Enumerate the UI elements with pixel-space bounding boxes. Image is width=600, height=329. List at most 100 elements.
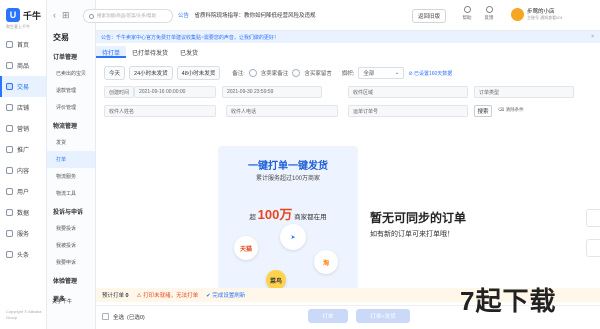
promo-big-line: 超 100万 商家都在用 <box>218 204 358 223</box>
rail-item-marketing[interactable]: 营销 <box>0 118 46 139</box>
shop-icon <box>6 104 13 111</box>
submenu-item[interactable]: 物流工具 <box>47 185 95 202</box>
search-icon <box>89 13 94 19</box>
rail-item-shop[interactable]: 店铺 <box>0 97 46 118</box>
feedback-icon <box>485 6 493 13</box>
tab-shipped[interactable]: 已发货 <box>174 46 204 58</box>
tab-printed-unshipped[interactable]: 已打单待发货 <box>126 46 174 58</box>
promo-number: 100万 <box>257 207 293 222</box>
top-bar: 搜索功能/商品/答案/头条/帮助 公告 省质科院现场指导：教你如何降低经营风险及… <box>83 0 600 31</box>
remark-label: 备注: <box>232 71 245 77</box>
advanced-settings-link[interactable]: ⊘ 已设置160天数据 <box>408 70 452 77</box>
seller-remark-label: 含卖家备注 <box>260 71 289 77</box>
rail-item-promotion[interactable]: 推广 <box>0 139 46 160</box>
side-tool-handle[interactable] <box>586 209 600 227</box>
submenu-item[interactable]: 退款管理 <box>47 82 95 99</box>
print-button[interactable]: 打单 <box>308 309 348 323</box>
rail-item-label: 店铺 <box>17 106 30 112</box>
submenu-item[interactable]: 我要投诉 <box>47 220 95 237</box>
global-search-input[interactable]: 搜索功能/商品/答案/头条/帮助 <box>83 9 173 23</box>
rail-item-label: 服务 <box>17 232 30 238</box>
created-time-label: 创建时间 <box>104 86 134 98</box>
receiver-name-input[interactable]: 收件人姓名 <box>104 105 216 117</box>
submenu-item[interactable]: 发货 <box>47 134 95 151</box>
feedback-button[interactable]: 反馈 <box>481 6 497 21</box>
buyer-msg-label: 含买家留言 <box>304 71 332 77</box>
buyer-msg-radio[interactable] <box>292 69 301 77</box>
brand-name: 千牛 <box>23 10 42 21</box>
secondary-menu: ‹ ⊞ 交易 订单管理 已卖出的宝贝 退款管理 评价管理 物流管理 发货 打单 物流服务 物流工… <box>47 0 96 329</box>
submenu-item[interactable]: 物流服务 <box>47 168 95 185</box>
side-tool-handle[interactable] <box>586 239 600 257</box>
flag-select[interactable]: 全部 ⌄ <box>358 67 405 79</box>
submenu-group[interactable]: 物流管理 <box>47 116 95 134</box>
rail-item-label: 推广 <box>17 148 30 154</box>
announcement[interactable]: 公告 省质科院现场指导：教你如何降低经营风险及违规 <box>178 11 316 19</box>
rail-item-service[interactable]: 服务 <box>0 223 46 244</box>
flag-label: 旗帜: <box>341 71 355 77</box>
headline-icon <box>6 251 13 258</box>
select-all-label: 全选 <box>113 314 125 321</box>
selected-count: (已选0) <box>127 314 145 321</box>
back-old-version-button[interactable]: 返回旧版 <box>412 9 446 23</box>
pending-count: 预计打单 0 <box>102 291 129 299</box>
seller-remark-radio[interactable] <box>248 69 257 77</box>
submenu-group[interactable]: 体验管理 <box>47 271 95 289</box>
date-end-input[interactable]: 2021-09-30 23:59:59 <box>222 86 322 98</box>
waybill-input[interactable]: 运单订单号 <box>348 105 468 117</box>
announcement-tag: 公告 <box>178 13 190 19</box>
notice-bar: 公告：千牛卖家中心官方免费打单建议收集贴~需要您的声音，让我们做的更好！ × <box>96 31 600 43</box>
search-button[interactable]: 搜索 <box>474 105 492 117</box>
brand-logo[interactable]: U 千牛 <box>0 0 46 22</box>
help-button[interactable]: 帮助 <box>459 6 475 21</box>
rail-item-data[interactable]: 数据 <box>0 202 46 223</box>
submenu-item[interactable]: 打单 <box>47 151 95 168</box>
filter-48h[interactable]: 48小时未发货 <box>176 66 221 80</box>
store-account[interactable]: 步莺的小店 主账号 通知查看001 <box>511 7 563 21</box>
date-start-input[interactable]: 2021-09-16 00:00:00 <box>134 86 216 98</box>
submenu-group[interactable]: 投诉与申诉 <box>47 202 95 220</box>
rail-item-goods[interactable]: 商品 <box>0 55 46 76</box>
refresh-settings-link[interactable]: ✔ 完成设置刷新 <box>206 291 245 299</box>
copyright: Copyright © Alibaba Group <box>6 309 42 320</box>
rail-item-trade[interactable]: 交易 <box>0 76 46 97</box>
goods-icon <box>6 62 13 69</box>
clear-icon: ⌫ <box>498 107 506 112</box>
about-link[interactable]: 关于千牛 <box>52 298 72 305</box>
print-ship-button[interactable]: 打单+发货 <box>356 309 410 323</box>
service-icon <box>6 230 13 237</box>
rail-item-content[interactable]: 内容 <box>0 160 46 181</box>
send-icon: ➤ <box>280 224 306 250</box>
rail-item-label: 用户 <box>17 190 30 196</box>
qianniu-logo-icon: U <box>6 8 20 22</box>
filter-today[interactable]: 今天 <box>104 66 126 80</box>
rail-item-headline[interactable]: 头条 <box>0 244 46 265</box>
taobao-icon: 淘 <box>314 250 338 274</box>
select-all-checkbox[interactable] <box>102 313 109 320</box>
store-sub: 主账号 通知查看001 <box>527 15 563 20</box>
menu-grid-icon[interactable]: ⊞ <box>62 10 70 21</box>
close-icon[interactable]: × <box>591 34 594 40</box>
submenu-item[interactable]: 已卖出的宝贝 <box>47 65 95 82</box>
tab-pending-print[interactable]: 待打单 <box>96 46 127 58</box>
back-arrow-icon[interactable]: ‹ <box>53 10 56 20</box>
receiver-phone-input[interactable]: 收件人电话 <box>226 105 338 117</box>
submenu-item[interactable]: 评价管理 <box>47 99 95 116</box>
clear-filters-link[interactable]: ⌫ 清除条件 <box>498 107 524 113</box>
notice-text[interactable]: 公告：千牛卖家中心官方免费打单建议收集贴~需要您的声音，让我们做的更好！ <box>101 34 279 41</box>
region-select[interactable]: 收件区域 <box>348 86 468 98</box>
rail-item-home[interactable]: 首页 <box>0 34 46 55</box>
chevron-down-icon: ⌄ <box>394 70 400 76</box>
brand-slogan: 和生意上千牛 <box>6 24 30 29</box>
rail-item-label: 头条 <box>17 253 30 259</box>
submenu-group[interactable]: 订单管理 <box>47 47 95 65</box>
trade-icon <box>6 83 13 90</box>
home-icon <box>6 41 13 48</box>
order-type-select[interactable]: 订单类型 <box>474 86 574 98</box>
left-nav-rail: U 千牛 和生意上千牛 首页 商品 交易店铺营销推广内容用户数据服务头条 Copyr… <box>0 0 47 329</box>
clear-filters-label: 清除条件 <box>505 107 524 112</box>
rail-item-user[interactable]: 用户 <box>0 181 46 202</box>
filter-24h[interactable]: 24小时未发货 <box>129 66 173 80</box>
submenu-item[interactable]: 我要申诉 <box>47 254 95 271</box>
submenu-item[interactable]: 我被投诉 <box>47 237 95 254</box>
